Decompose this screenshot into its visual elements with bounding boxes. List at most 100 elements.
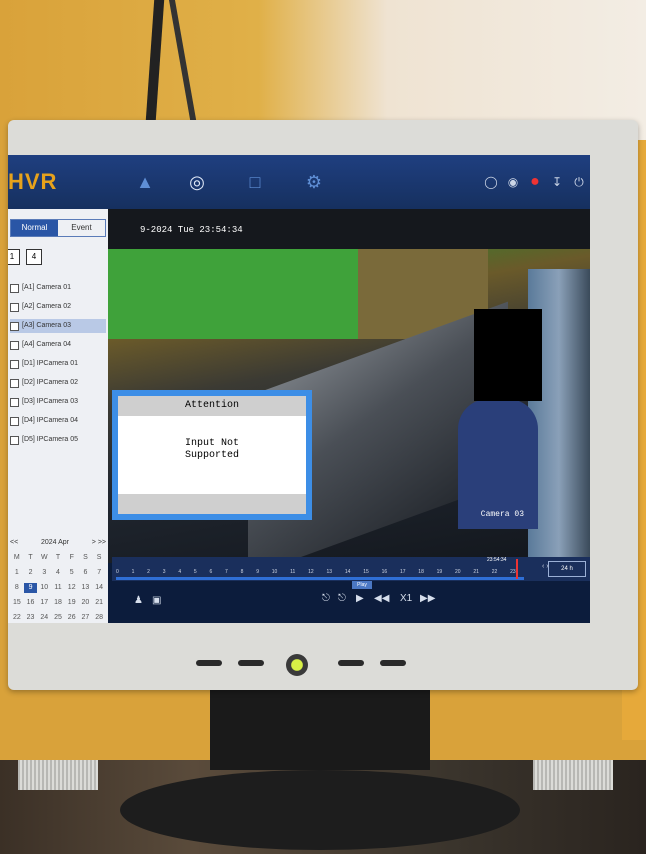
calendar-day[interactable]: 3 <box>37 568 51 578</box>
calendar-day[interactable]: 4 <box>51 568 65 578</box>
checkbox[interactable] <box>10 416 19 426</box>
file-icon[interactable]: □ <box>244 171 266 193</box>
settings-icon[interactable]: ⚙ <box>303 171 325 193</box>
dvr-screen: HVR ▲ ◎ □ ⚙ ◯ ◉ ● ↧ ⏻ Normal Event 1 4 [… <box>8 155 590 623</box>
calendar-day[interactable]: 1 <box>10 568 24 578</box>
timeline-hour-label: 7 <box>225 569 228 575</box>
mode-tabs: Normal Event <box>10 219 106 237</box>
calendar-day[interactable]: 7 <box>92 568 106 578</box>
calendar-day[interactable]: 17 <box>37 598 51 608</box>
calendar-day[interactable]: 10 <box>37 583 51 593</box>
timeline-hour-label: 23 <box>510 569 516 575</box>
calendar-day[interactable]: 19 <box>65 598 79 608</box>
checkbox[interactable] <box>10 302 19 312</box>
calendar-day[interactable]: 23 <box>24 613 38 623</box>
monitor-button[interactable] <box>380 660 406 666</box>
calendar-day[interactable]: 6 <box>79 568 93 578</box>
timeline-zoom-select[interactable]: 24 h <box>548 561 586 577</box>
calendar-day[interactable]: 27 <box>79 613 93 623</box>
timeline-hour-label: 11 <box>290 569 296 575</box>
calendar-day[interactable]: 12 <box>65 583 79 593</box>
calendar-day[interactable]: 5 <box>65 568 79 578</box>
power-icon[interactable]: ⏻ <box>572 175 586 189</box>
record-icon[interactable]: ◉ <box>506 175 520 189</box>
checkbox[interactable] <box>10 321 19 331</box>
monitor-button[interactable] <box>338 660 364 666</box>
camera-list-item[interactable]: [D5] IPCamera 05 <box>10 433 106 447</box>
checkbox[interactable] <box>10 359 19 369</box>
calendar-weekday: M <box>13 554 20 561</box>
calendar-day[interactable]: 2 <box>24 568 38 578</box>
calendar-day[interactable]: 13 <box>79 583 93 593</box>
speed-badge: Play <box>352 581 372 589</box>
app-logo: HVR <box>8 169 58 194</box>
timeline-hour-label: 21 <box>473 569 479 575</box>
timeline-hour-label: 3 <box>162 569 166 575</box>
snapshot-icon[interactable]: ⎋ <box>338 593 346 604</box>
download-icon[interactable]: ↧ <box>550 175 564 189</box>
person-icon[interactable]: ♟ <box>134 595 143 606</box>
calendar-weekday: F <box>69 554 74 561</box>
calendar-weekday: S <box>96 554 102 561</box>
timeline-cursor[interactable] <box>516 559 518 579</box>
calendar-weekday: T <box>55 554 61 561</box>
timeline-hour-label: 16 <box>381 569 388 575</box>
checkbox[interactable] <box>10 283 19 293</box>
camera-list-item[interactable]: [D2] IPCamera 02 <box>10 376 106 390</box>
calendar-day[interactable]: 18 <box>51 598 65 608</box>
alarm-icon[interactable]: ● <box>528 174 542 190</box>
calendar-day[interactable]: 26 <box>65 613 79 623</box>
calendar-day[interactable]: 11 <box>51 583 65 593</box>
monitor-base <box>120 770 520 850</box>
camera-list-item-selected[interactable]: [A3] Camera 03 <box>10 319 106 333</box>
camera-list-item[interactable]: [A4] Camera 04 <box>10 338 106 352</box>
clip-icon[interactable]: ⎋ <box>322 593 330 604</box>
camera-list-item[interactable]: [A1] Camera 01 <box>10 281 106 295</box>
calendar-day[interactable]: 9 <box>23 583 38 593</box>
checkbox[interactable] <box>10 397 19 407</box>
dialog-title: Attention <box>118 396 306 416</box>
calendar-weekday: W <box>40 554 48 561</box>
timeline-hour-label: 20 <box>455 569 461 575</box>
calendar-day[interactable]: 14 <box>92 583 106 593</box>
calendar-day[interactable]: 28 <box>92 613 106 623</box>
camera-list-item[interactable]: [D4] IPCamera 04 <box>10 414 106 428</box>
calendar-day[interactable]: 21 <box>92 598 106 608</box>
clock-icon[interactable]: ◯ <box>484 175 498 189</box>
camera-icon[interactable]: ▲ <box>134 171 156 193</box>
timeline-hour-label: 8 <box>240 569 244 575</box>
camera-list-item[interactable]: [D1] IPCamera 01 <box>10 357 106 371</box>
speaker-grille <box>18 760 98 790</box>
calendar-day[interactable]: 15 <box>10 598 24 608</box>
fast-forward-icon[interactable]: ▶▶ <box>420 593 435 604</box>
calendar-day[interactable]: 8 <box>10 583 24 593</box>
calendar-day[interactable]: 16 <box>24 598 38 608</box>
checkbox[interactable] <box>10 340 19 350</box>
timeline-record-bar[interactable] <box>116 577 524 580</box>
power-button[interactable] <box>286 654 308 676</box>
vehicle-icon[interactable]: ▣ <box>152 595 161 606</box>
tab-event[interactable]: Event <box>58 220 105 236</box>
camera-list-item[interactable]: [A2] Camera 02 <box>10 300 106 314</box>
checkbox[interactable] <box>10 378 19 388</box>
play-icon[interactable]: ▶ <box>356 593 364 604</box>
calendar-day[interactable]: 24 <box>37 613 51 623</box>
view-4-button[interactable]: 4 <box>26 249 42 265</box>
playback-icon[interactable]: ◎ <box>186 171 208 193</box>
calendar-next-button[interactable]: > >> <box>92 539 106 546</box>
slow-icon[interactable]: ◀◀ <box>374 593 389 604</box>
camera-list-item[interactable]: [D3] IPCamera 03 <box>10 395 106 409</box>
calendar-day[interactable]: 25 <box>51 613 65 623</box>
calendar-prev-button[interactable]: << <box>10 539 18 546</box>
calendar-day[interactable]: 22 <box>10 613 24 623</box>
monitor-button[interactable] <box>196 660 222 666</box>
timeline-hour-label: 1 <box>131 569 135 575</box>
checkbox[interactable] <box>10 435 19 445</box>
playback-timeline[interactable]: 0 1 2 3 4 5 6 7 8 9 10 11 12 13 14 15 16 17 18 19 20 21 22 23 2… <box>112 557 590 581</box>
redaction-box <box>474 309 542 401</box>
monitor-button[interactable] <box>238 660 264 666</box>
view-1-button[interactable]: 1 <box>8 249 20 265</box>
tab-normal[interactable]: Normal <box>11 220 58 236</box>
calendar-title: 2024 Apr <box>40 539 69 546</box>
calendar-day[interactable]: 20 <box>79 598 93 608</box>
